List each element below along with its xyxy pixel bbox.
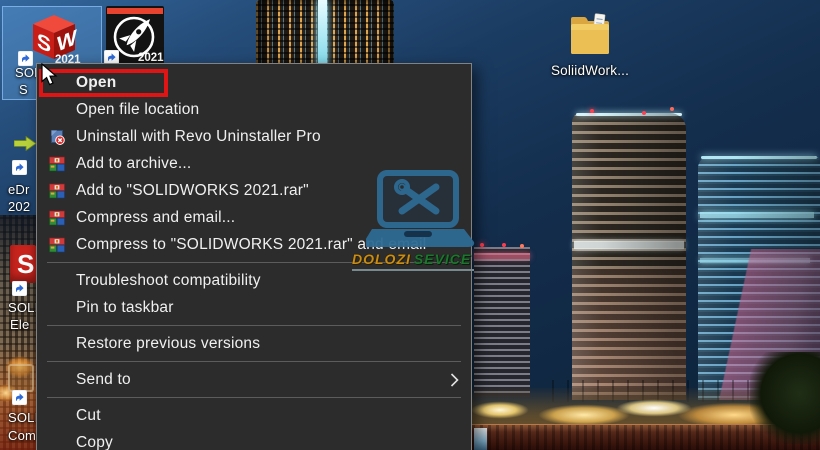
menu-item-cut[interactable]: Cut: [37, 402, 471, 429]
menu-separator: [47, 325, 461, 326]
background-tower-small: [474, 243, 530, 397]
composer-label-line1: SOLI: [8, 410, 39, 425]
shortcut-arrow-icon: [12, 390, 27, 405]
winrar-icon: [49, 210, 65, 226]
solidworks-electrical-icon[interactable]: S: [10, 245, 36, 283]
desktop: S W 2021 SOLI S 2021 SoliidWork... eDr 2…: [0, 0, 820, 450]
background-reflection: [474, 428, 487, 450]
desktop-icon-edrawings[interactable]: 2021: [103, 4, 167, 66]
watermark-text: DOLOZI SEVICE: [352, 251, 474, 271]
menu-item-copy[interactable]: Copy: [37, 429, 471, 450]
solidworks-label-line2: S: [19, 82, 28, 97]
menu-item-troubleshoot-compatibility[interactable]: Troubleshoot compatibility: [37, 267, 471, 294]
menu-item-pin-to-taskbar[interactable]: Pin to taskbar: [37, 294, 471, 321]
background-tower-left: [572, 109, 686, 400]
svg-text:S: S: [37, 28, 51, 58]
menu-item-uninstall-revo[interactable]: Uninstall with Revo Uninstaller Pro: [37, 123, 471, 150]
laptop-repair-icon: [366, 170, 475, 247]
desktop-icon-folder[interactable]: SoliidWork...: [540, 10, 640, 79]
winrar-icon: [49, 183, 65, 199]
watermark: DOLOZI SEVICE: [352, 170, 475, 271]
menu-separator: [47, 397, 461, 398]
electrical-label-line1: SOLI: [8, 300, 39, 315]
folder-label: SoliidWork...: [550, 63, 630, 78]
electrical-label-line2: Ele: [10, 317, 30, 332]
background-city-right: [472, 0, 820, 450]
edrawings-shortcut-label-line1[interactable]: eDr: [8, 182, 30, 198]
menu-separator: [47, 361, 461, 362]
composer-label-line2: Com: [8, 428, 37, 443]
solidworks-composer-icon[interactable]: [8, 364, 34, 392]
shortcut-arrow-icon: [12, 281, 27, 296]
cursor-icon: [41, 63, 58, 86]
folder-icon: [571, 13, 609, 54]
winrar-icon: [49, 156, 65, 172]
revo-uninstaller-icon: [49, 129, 65, 145]
edrawings-shortcut-label-line2: 202: [8, 199, 31, 214]
shortcut-arrow-icon: [18, 51, 33, 66]
winrar-icon: [49, 237, 65, 253]
tree-silhouette: [750, 352, 820, 444]
shortcut-arrow-icon: [12, 160, 27, 175]
menu-item-send-to[interactable]: Send to: [37, 366, 471, 393]
menu-item-restore-previous-versions[interactable]: Restore previous versions: [37, 330, 471, 357]
background-tower-center: [256, 0, 394, 66]
green-arrow-icon: [14, 136, 37, 151]
submenu-chevron-icon: [450, 373, 459, 392]
menu-item-open-file-location[interactable]: Open file location: [37, 96, 471, 123]
